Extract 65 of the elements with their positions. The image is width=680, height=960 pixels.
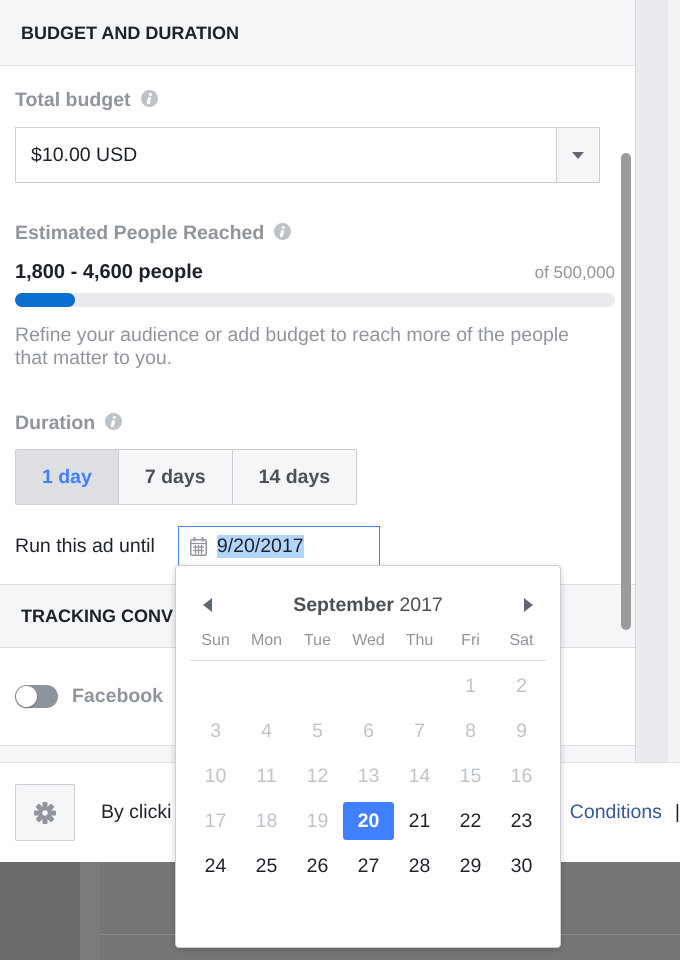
calendar-day: 7 (394, 712, 445, 750)
weekday-label: Mon (250, 632, 284, 650)
info-icon[interactable] (140, 90, 158, 106)
weekday-label: Tue (303, 632, 332, 650)
calendar-day: 11 (241, 757, 292, 795)
field-label: Duration (15, 412, 96, 434)
calendar-day: 19 (292, 802, 343, 840)
weekday-label: Thu (404, 632, 434, 650)
duration-option-button[interactable]: 14 days (232, 450, 356, 504)
calendar-day[interactable]: 20 (343, 802, 394, 840)
calendar-icon (190, 537, 207, 556)
scrollbar-thumb[interactable] (621, 153, 631, 630)
calendar-day[interactable]: 25 (241, 847, 292, 885)
terms-text: By clicki (101, 801, 172, 824)
toggle-switch[interactable] (15, 685, 58, 708)
weekday-label: Sat (508, 632, 534, 650)
gear-icon (34, 802, 56, 824)
weekday-label: Sun (200, 632, 231, 650)
link-separator: | (674, 801, 680, 824)
section-title: BUDGET AND DURATION (21, 22, 239, 44)
reach-hint-text: Refine your audience or add budget to reach more of the people that matter to you. (15, 324, 570, 370)
calendar-day: 4 (241, 712, 292, 750)
month-title: September 2017 (293, 594, 443, 616)
field-label: Total budget (15, 89, 131, 111)
calendar-day: 10 (190, 757, 241, 795)
calendar-day[interactable]: 23 (496, 802, 547, 840)
settings-button[interactable] (15, 784, 75, 841)
calendar-day: 3 (190, 712, 241, 750)
caret-down-icon[interactable] (556, 128, 599, 182)
calendar-day[interactable]: 21 (394, 802, 445, 840)
calendar-day: 9 (496, 712, 547, 750)
info-icon[interactable] (105, 412, 122, 430)
weekday-label: Wed (351, 632, 386, 650)
calendar-day: 1 (445, 667, 496, 705)
calendar-day: 16 (496, 757, 547, 795)
calendar-day[interactable]: 24 (190, 847, 241, 885)
calendar-day: 17 (190, 802, 241, 840)
triangle-left-icon (203, 598, 212, 612)
triangle-right-icon (524, 598, 533, 612)
calendar-day: 18 (241, 802, 292, 840)
calendar-day[interactable]: 29 (445, 847, 496, 885)
section-title: TRACKING CONV (21, 605, 173, 627)
info-icon[interactable] (274, 222, 292, 240)
field-label: Run this ad until (15, 535, 155, 558)
reach-maximum: of 500,000 (534, 263, 615, 283)
calendar-day: 2 (496, 667, 547, 705)
calendar-day: 8 (445, 712, 496, 750)
calendar-day[interactable]: 28 (394, 847, 445, 885)
calendar-day: 14 (394, 757, 445, 795)
duration-option-button[interactable]: 7 days (118, 450, 232, 504)
calendar-day: 12 (292, 757, 343, 795)
calendar-day[interactable]: 30 (496, 847, 547, 885)
weekday-label: Fri (460, 632, 481, 650)
calendar-day: 5 (292, 712, 343, 750)
toggle-label: Facebook (72, 685, 164, 708)
conditions-link[interactable]: Conditions (570, 801, 662, 824)
field-label: Estimated People Reached (15, 222, 264, 244)
calendar-day: 15 (445, 757, 496, 795)
calendar-day[interactable]: 22 (445, 802, 496, 840)
calendar-day[interactable]: 27 (343, 847, 394, 885)
calendar-day[interactable]: 26 (292, 847, 343, 885)
calendar-day: 6 (343, 712, 394, 750)
reach-estimate: 1,800 - 4,600 people (15, 261, 203, 283)
calendar-day: 13 (343, 757, 394, 795)
budget-dropdown[interactable]: $10.00 USD (15, 127, 600, 183)
